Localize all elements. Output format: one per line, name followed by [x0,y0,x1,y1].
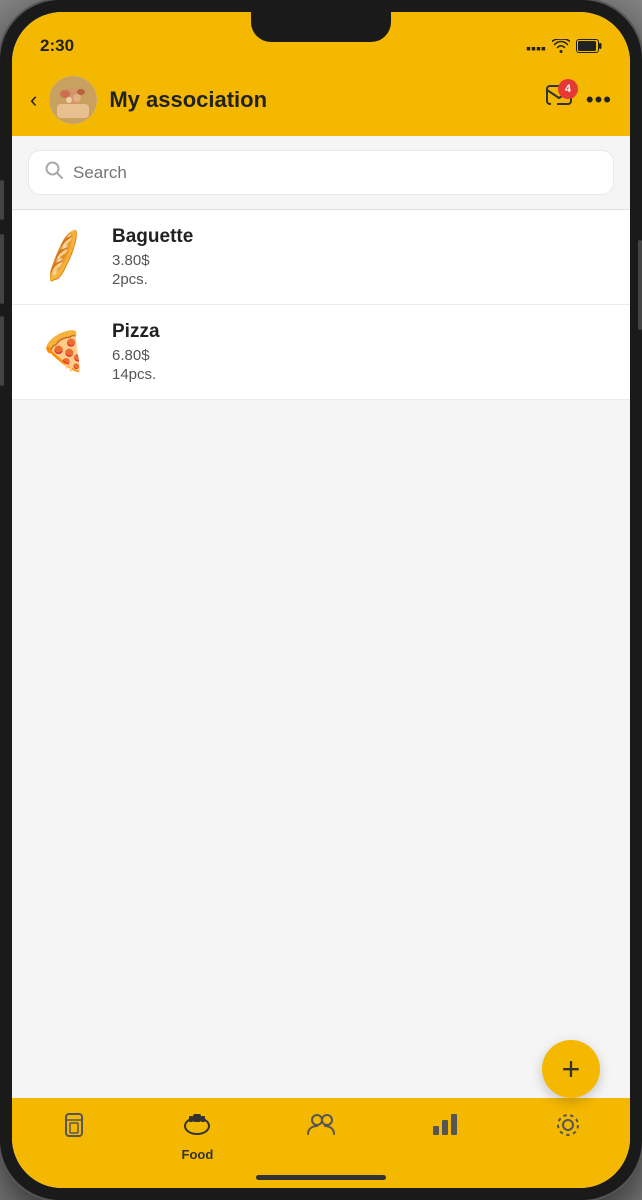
notification-badge: 4 [558,79,578,99]
table-row[interactable]: 🍕 Pizza 6.80$ 14pcs. [12,305,630,400]
search-icon [45,161,63,184]
back-button[interactable]: ‹ [30,87,37,113]
more-options-button[interactable]: ••• [586,87,612,113]
screen: 2:30 ▪▪▪▪ [12,12,630,1188]
pizza-image: 🍕 [32,330,96,374]
baguette-image: 🥖 [26,225,101,288]
nav-item-settings[interactable] [506,1108,630,1145]
nav-item-drinks[interactable] [12,1108,136,1147]
avatar [49,76,97,124]
notification-button[interactable]: 4 [546,85,572,116]
nav-item-food[interactable]: Food [136,1108,260,1162]
table-row[interactable]: 🥖 Baguette 3.80$ 2pcs. [12,210,630,305]
nav-item-people[interactable] [259,1108,383,1143]
search-bar-container [12,136,630,210]
nav-item-stats[interactable] [383,1108,507,1143]
item-qty: 2pcs. [112,271,610,288]
home-indicator [256,1175,386,1180]
stats-icon [432,1112,458,1143]
search-input[interactable] [73,163,597,183]
food-nav-label: Food [182,1147,214,1162]
item-qty: 14pcs. [112,366,610,383]
people-icon [307,1112,335,1143]
item-name: Baguette [112,226,610,248]
settings-icon [555,1112,581,1145]
status-icons: ▪▪▪▪ [526,39,602,56]
item-info: Baguette 3.80$ 2pcs. [112,226,610,288]
item-price: 3.80$ [112,252,610,269]
search-bar[interactable] [28,150,614,195]
item-name: Pizza [112,321,610,343]
phone-frame: 2:30 ▪▪▪▪ [0,0,642,1200]
add-item-button[interactable]: + [542,1040,600,1098]
battery-icon [576,39,602,56]
header: ‹ My association [12,64,630,136]
item-price: 6.80$ [112,347,610,364]
power-button[interactable] [638,240,642,330]
volume-up-button[interactable] [0,180,4,220]
items-list: 🥖 Baguette 3.80$ 2pcs. 🍕 Pizza 6.80$ 14p… [12,210,630,400]
silent-button[interactable] [0,316,4,386]
food-icon [183,1112,211,1143]
page-title: My association [109,87,534,113]
notch [251,12,391,42]
item-info: Pizza 6.80$ 14pcs. [112,321,610,383]
drinks-icon [62,1112,86,1147]
status-bar: 2:30 ▪▪▪▪ [12,12,630,64]
volume-down-button[interactable] [0,234,4,304]
wifi-icon [552,39,570,56]
status-time: 2:30 [40,36,74,56]
signal-icon: ▪▪▪▪ [526,40,546,56]
content-area: 🥖 Baguette 3.80$ 2pcs. 🍕 Pizza 6.80$ 14p… [12,210,630,1098]
header-actions: 4 ••• [546,85,612,116]
